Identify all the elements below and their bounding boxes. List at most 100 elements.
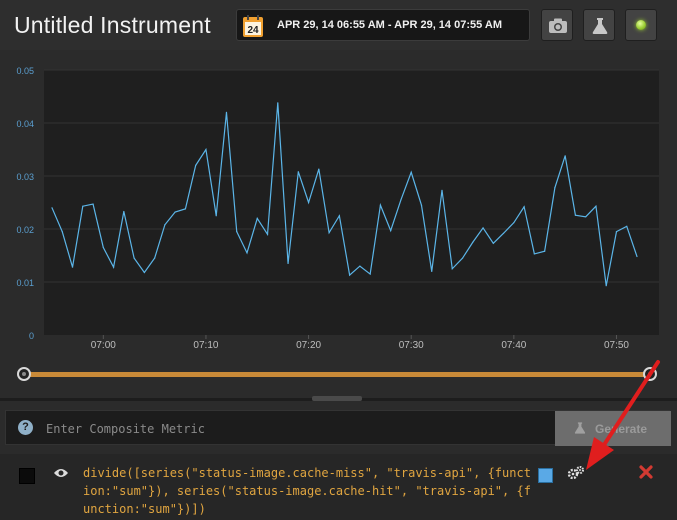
x-tick-label: 07:50	[604, 340, 629, 351]
data-point	[502, 232, 505, 234]
composite-metric-bar: ? Generate	[5, 410, 671, 446]
data-point	[71, 266, 74, 268]
data-point	[123, 210, 125, 213]
data-point	[390, 229, 392, 232]
help-icon[interactable]: ?	[18, 420, 33, 435]
data-point	[215, 215, 217, 217]
data-point	[225, 111, 228, 113]
data-point	[297, 171, 299, 173]
delete-icon[interactable]	[639, 465, 653, 479]
data-point	[472, 241, 474, 243]
time-slider-track[interactable]	[22, 372, 652, 377]
x-tick-label: 07:00	[91, 340, 116, 351]
x-tick-label: 07:10	[193, 340, 218, 351]
data-point	[420, 204, 423, 206]
y-tick-label: 0.02	[16, 225, 34, 235]
data-point	[195, 164, 197, 166]
data-point	[143, 271, 145, 274]
data-point	[82, 205, 84, 207]
snapshot-button[interactable]	[541, 9, 573, 41]
time-range-picker[interactable]: 24 APR 29, 14 06:55 AM - APR 29, 14 07:5…	[236, 9, 530, 41]
live-status-button[interactable]	[625, 9, 657, 41]
data-point	[379, 204, 382, 206]
data-point	[307, 201, 310, 204]
chart: 0.05 0.04 0.03 0.02 0.01 0 07:00 07:10 07:20 07:3…	[0, 52, 677, 358]
generate-button-label: Generate	[595, 422, 648, 436]
data-point	[266, 233, 269, 235]
data-point	[205, 148, 207, 151]
y-tick-label: 0.03	[16, 172, 34, 182]
data-point	[636, 255, 638, 258]
data-point	[184, 208, 187, 210]
data-point	[482, 227, 484, 229]
metric-select-checkbox[interactable]	[19, 468, 35, 484]
data-point	[349, 274, 351, 276]
eye-icon[interactable]	[53, 467, 69, 479]
plot-background	[44, 70, 659, 335]
data-point	[451, 268, 453, 270]
data-point	[51, 207, 53, 209]
data-point	[585, 216, 587, 218]
data-point	[277, 102, 279, 104]
data-point	[513, 222, 515, 224]
data-point	[615, 231, 618, 233]
x-tick-label: 07:20	[296, 340, 321, 351]
data-point	[461, 257, 464, 259]
composite-metric-input[interactable]	[44, 417, 548, 441]
calendar-day: 24	[247, 25, 259, 36]
resize-grip[interactable]	[312, 396, 362, 401]
metric-expression[interactable]: divide([series("status-image.cache-miss"…	[83, 464, 533, 518]
y-tick-label: 0.04	[16, 119, 34, 129]
data-point	[359, 265, 361, 267]
y-tick-label: 0.01	[16, 278, 34, 288]
generate-button[interactable]: Generate	[555, 411, 671, 446]
data-point	[595, 205, 597, 207]
metric-row: divide([series("status-image.cache-miss"…	[0, 454, 677, 520]
header: Untitled Instrument 24 APR 29, 14 06:55 …	[0, 0, 677, 50]
data-point	[328, 232, 330, 234]
time-range-label: APR 29, 14 06:55 AM - APR 29, 14 07:55 A…	[277, 19, 502, 31]
data-point	[318, 168, 320, 170]
data-point	[564, 155, 566, 157]
data-point	[287, 262, 289, 265]
camera-icon	[549, 18, 567, 33]
experiment-button[interactable]	[583, 9, 615, 41]
calendar-icon: 24	[243, 15, 263, 37]
data-point	[61, 231, 63, 233]
data-point	[246, 252, 248, 254]
data-point	[441, 189, 443, 191]
x-tick-label: 07:30	[399, 340, 424, 351]
data-point	[338, 215, 340, 217]
data-point	[92, 203, 94, 205]
data-point	[236, 231, 238, 233]
gears-icon[interactable]	[567, 465, 585, 481]
flask-icon	[574, 422, 586, 434]
data-point	[410, 171, 412, 173]
slider-handle-start[interactable]	[17, 367, 31, 381]
x-tick-label: 07:40	[501, 340, 526, 351]
data-point	[112, 266, 115, 268]
data-point	[102, 246, 104, 249]
data-point	[431, 270, 433, 272]
series-color-swatch[interactable]	[538, 468, 553, 483]
data-point	[533, 253, 535, 255]
data-point	[554, 187, 556, 189]
data-point	[256, 217, 258, 219]
data-point	[544, 250, 546, 252]
data-point	[626, 225, 628, 227]
data-point	[523, 206, 525, 208]
line-chart: 0.05 0.04 0.03 0.02 0.01 0 07:00 07:10 07:20 07:3…	[16, 66, 659, 351]
data-point	[174, 211, 176, 213]
data-point	[164, 224, 166, 226]
y-tick-label: 0.05	[16, 66, 34, 76]
data-point	[400, 199, 402, 201]
data-point	[133, 257, 135, 259]
data-point	[605, 285, 607, 287]
page-title: Untitled Instrument	[14, 12, 211, 38]
data-point	[492, 242, 494, 244]
live-indicator-icon	[636, 20, 646, 30]
data-point	[369, 273, 371, 275]
data-point	[574, 214, 577, 216]
data-point	[154, 257, 156, 259]
slider-handle-end[interactable]	[643, 367, 657, 381]
